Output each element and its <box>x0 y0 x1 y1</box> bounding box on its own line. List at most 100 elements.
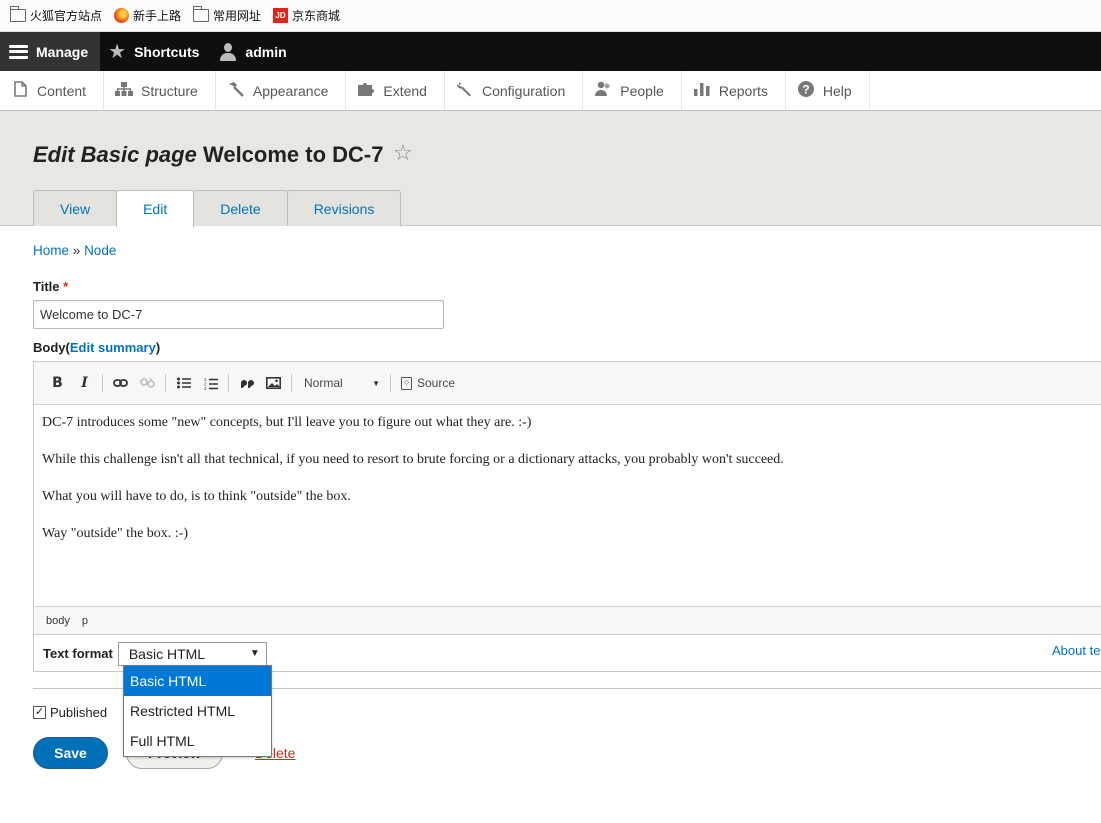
body-paragraph: What you will have to do, is to think "o… <box>42 489 351 504</box>
folder-icon <box>192 6 210 22</box>
tray-label: Reports <box>718 82 768 99</box>
bookmark-label: 常用网址 <box>213 9 262 23</box>
page-header: Edit Basic page Welcome to DC-7 ☆ View E… <box>0 111 1101 227</box>
published-checkbox[interactable]: ✓ <box>33 706 46 719</box>
tray-item-configuration[interactable]: Configuration <box>445 71 584 110</box>
breadcrumb-node[interactable]: Node <box>84 243 116 258</box>
published-checkbox-row[interactable]: ✓ Published <box>33 705 107 720</box>
firefox-icon <box>114 8 130 23</box>
people-icon <box>594 81 612 101</box>
toolbar-separator <box>228 374 229 392</box>
title-input[interactable] <box>33 300 444 329</box>
folder-icon <box>9 6 26 22</box>
appearance-icon <box>227 81 245 101</box>
tray-label: Configuration <box>481 82 566 99</box>
page-title: Edit Basic page Welcome to DC-7 <box>33 142 383 168</box>
tray-item-help[interactable]: ? Help <box>786 71 870 110</box>
body-paragraph: Way "outside" the box. :-) <box>42 526 188 541</box>
element-path: body p <box>34 606 1101 635</box>
numbered-list-icon[interactable]: 123 <box>197 370 224 397</box>
tab-view[interactable]: View <box>33 190 118 226</box>
source-icon: ◇ <box>401 376 412 390</box>
star-icon: ★ <box>108 40 127 63</box>
paragraph-format-value: Normal <box>304 376 343 390</box>
tab-edit[interactable]: Edit <box>116 190 195 227</box>
user-menu-button[interactable]: admin <box>211 32 298 71</box>
bookmark-jd-mall[interactable]: JD 京东商城 <box>273 7 340 24</box>
text-format-dropdown: Basic HTML Restricted HTML Full HTML <box>123 665 272 757</box>
jd-icon: JD <box>273 8 289 23</box>
admin-tray: Content Structure Appearance Extend Conf… <box>0 71 1101 111</box>
bookmark-label: 火狐官方站点 <box>30 9 103 23</box>
blockquote-icon[interactable] <box>233 370 260 397</box>
bookmark-common-sites[interactable]: 常用网址 <box>192 6 262 24</box>
bookmark-getting-started[interactable]: 新手上路 <box>114 7 181 24</box>
manage-label: Manage <box>36 43 89 60</box>
text-format-select[interactable]: Basic HTML ▼ <box>117 641 267 666</box>
tray-item-content[interactable]: Content <box>0 71 105 110</box>
bookmarks-bar: 火狐官方站点 新手上路 常用网址 JD 京东商城 <box>0 0 1101 32</box>
source-label: Source <box>417 376 456 390</box>
page-title-name: Welcome to DC-7 <box>202 142 384 167</box>
element-path-item[interactable]: body <box>46 615 70 627</box>
bookmark-firefox-official[interactable]: 火狐官方站点 <box>9 6 103 24</box>
shortcut-star-icon[interactable]: ☆ <box>393 140 413 166</box>
user-name: admin <box>245 43 287 60</box>
bold-button[interactable]: B <box>44 370 71 397</box>
tray-item-reports[interactable]: Reports <box>682 71 786 110</box>
paragraph-format-select[interactable]: Normal ▼ <box>296 371 386 395</box>
bulleted-list-icon[interactable] <box>170 370 197 397</box>
italic-button[interactable]: I <box>71 370 98 397</box>
editor-content[interactable]: DC-7 introduces some "new" concepts, but… <box>34 405 1101 606</box>
bookmark-label: 京东商城 <box>292 9 341 23</box>
dropdown-arrow-icon: ▼ <box>249 648 260 659</box>
manage-button[interactable]: Manage <box>0 32 101 71</box>
body-paragraph: DC-7 introduces some "new" concepts, but… <box>42 415 532 430</box>
content-icon <box>11 80 29 101</box>
toolbar-separator <box>102 374 103 392</box>
shortcuts-label: Shortcuts <box>134 43 200 60</box>
bookmark-label: 新手上路 <box>133 9 182 23</box>
published-label: Published <box>50 705 108 720</box>
svg-text:?: ? <box>802 82 809 96</box>
wrench-icon <box>456 81 474 101</box>
body-paragraph: While this challenge isn't all that tech… <box>42 452 784 467</box>
edit-summary-link[interactable]: Edit summary <box>70 340 156 355</box>
text-format-value: Basic HTML <box>128 645 206 662</box>
tray-item-extend[interactable]: Extend <box>346 71 445 110</box>
tray-item-appearance[interactable]: Appearance <box>216 71 347 110</box>
tray-item-people[interactable]: People <box>583 71 682 110</box>
page-title-prefix: Edit Basic page <box>33 142 197 167</box>
tab-revisions[interactable]: Revisions <box>286 190 402 226</box>
admin-toolbar: Manage ★ Shortcuts admin <box>0 32 1101 71</box>
help-icon: ? <box>797 80 815 102</box>
shortcuts-button[interactable]: ★ Shortcuts <box>100 32 211 71</box>
user-icon <box>219 42 237 61</box>
title-label: Title * <box>33 279 68 294</box>
title-label-text: Title <box>33 279 60 294</box>
tab-delete[interactable]: Delete <box>193 190 288 226</box>
bar-chart-icon <box>693 81 711 101</box>
save-button[interactable]: Save <box>33 737 108 769</box>
tray-item-structure[interactable]: Structure <box>104 71 216 110</box>
tray-label: Appearance <box>252 82 329 99</box>
breadcrumb-home[interactable]: Home <box>33 243 69 258</box>
tray-label: Help <box>822 82 852 99</box>
text-format-option-full[interactable]: Full HTML <box>124 726 271 756</box>
required-mark: * <box>63 279 69 294</box>
tray-label: Content <box>37 82 87 99</box>
source-button[interactable]: ◇ Source <box>395 376 455 390</box>
text-format-option-basic[interactable]: Basic HTML <box>124 666 271 696</box>
link-icon[interactable] <box>107 370 134 397</box>
editor-toolbar: B I 123 Normal ▼ ◇ Source <box>34 362 1101 405</box>
about-text-formats-link[interactable]: About te <box>1052 643 1100 658</box>
unlink-icon[interactable] <box>134 370 161 397</box>
text-format-label: Text format <box>43 646 113 661</box>
hamburger-icon <box>9 44 28 59</box>
element-path-item[interactable]: p <box>82 615 88 627</box>
image-icon[interactable] <box>260 370 287 397</box>
toolbar-separator <box>390 374 391 392</box>
text-format-option-restricted[interactable]: Restricted HTML <box>124 696 271 726</box>
breadcrumb-separator: » <box>72 243 81 258</box>
local-tabs: View Edit Delete Revisions <box>33 190 402 227</box>
